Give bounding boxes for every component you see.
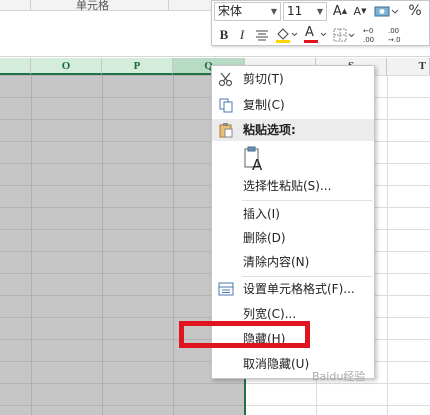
borders-button[interactable]	[331, 25, 357, 44]
grid-column-line	[387, 75, 388, 415]
copy-icon	[219, 98, 233, 113]
menu-item-label: 删除(D)	[243, 231, 286, 245]
font-name-value: 宋体	[218, 4, 243, 18]
menu-item-label: 剪切(T)	[243, 72, 284, 86]
paint-bucket-icon	[276, 28, 298, 43]
menu-item-cut[interactable]: 剪切(T)	[212, 68, 374, 90]
paste-option-button[interactable]: A	[243, 146, 265, 174]
paste-clipboard-icon: A	[244, 146, 263, 174]
grid-column-line	[173, 75, 174, 415]
menu-item-label: 取消隐藏(U)	[243, 357, 310, 371]
svg-text:A: A	[252, 156, 263, 172]
mini-toolbar-row-2: B I A ←0 .00 .00 →.0	[212, 24, 430, 46]
menu-item-delete[interactable]: 删除(D)	[212, 227, 374, 249]
menu-header-label: 粘贴选项:	[243, 123, 296, 137]
italic-button[interactable]: I	[234, 25, 250, 44]
format-cells-icon	[218, 282, 234, 296]
menu-item-copy[interactable]: 复制(C)	[212, 94, 374, 116]
ribbon-separator	[30, 0, 31, 10]
caret-down-icon: ▼	[361, 7, 367, 15]
align-center-button[interactable]	[253, 25, 271, 44]
font-size-value: 11	[287, 4, 303, 18]
scissors-icon	[218, 72, 233, 87]
borders-icon	[333, 28, 355, 42]
mini-toolbar: 宋体 ▼ 11 ▼ A▲ A▼ % B I A ←0 .00 .00 →.0	[211, 0, 430, 46]
menu-separator	[242, 276, 372, 277]
column-header-t[interactable]: T	[387, 58, 430, 75]
svg-text:←0: ←0	[363, 27, 373, 35]
annotation-highlight-box	[179, 321, 310, 348]
increase-decimal-button[interactable]: ←0 .00	[361, 25, 383, 44]
menu-item-label: 清除内容(N)	[243, 255, 310, 269]
menu-item-format-cells[interactable]: 设置单元格格式(F)...	[212, 278, 374, 300]
svg-text:→.0: →.0	[388, 36, 401, 44]
grow-font-label: A	[332, 4, 342, 19]
clipboard-icon	[219, 123, 233, 138]
shrink-font-button[interactable]: A▼	[351, 2, 369, 21]
menu-item-label: 选择性粘贴(S)...	[243, 179, 332, 193]
menu-item-paste-special[interactable]: 选择性粘贴(S)...	[212, 175, 374, 197]
menu-item-insert[interactable]: 插入(I)	[212, 203, 374, 225]
column-header-o[interactable]: O	[31, 58, 102, 75]
menu-header-paste-options: 粘贴选项:	[212, 119, 374, 141]
chevron-down-icon: ▼	[316, 7, 323, 16]
menu-item-label: 设置单元格格式(F)...	[243, 282, 355, 296]
menu-item-label: 插入(I)	[243, 207, 280, 221]
currency-format-icon	[374, 6, 399, 17]
grid-column-line	[31, 75, 32, 415]
decrease-decimal-icon: .00 →.0	[388, 27, 401, 44]
ribbon-separator	[168, 0, 169, 10]
grow-font-button[interactable]: A▲	[331, 2, 349, 21]
number-format-button[interactable]	[372, 2, 400, 21]
caret-up-icon: ▲	[341, 7, 348, 15]
column-header-p[interactable]: P	[102, 58, 173, 75]
menu-item-clear-contents[interactable]: 清除内容(N)	[212, 251, 374, 273]
selected-columns-area[interactable]	[0, 75, 245, 415]
grid-column-line	[102, 75, 103, 415]
font-color-swatch-icon	[304, 32, 327, 43]
watermark: Baidu经验	[312, 370, 366, 383]
chevron-down-icon: ▼	[270, 7, 277, 16]
svg-text:.00: .00	[388, 27, 399, 35]
menu-separator	[242, 200, 372, 201]
mini-toolbar-row-1: 宋体 ▼ 11 ▼ A▲ A▼ %	[212, 1, 430, 23]
font-color-button[interactable]: A	[302, 25, 328, 44]
align-center-icon	[256, 30, 268, 41]
svg-text:.00: .00	[363, 36, 374, 44]
font-size-select[interactable]: 11 ▼	[283, 2, 327, 21]
percent-button[interactable]: %	[404, 2, 426, 21]
column-header-n[interactable]	[0, 58, 31, 75]
increase-decimal-icon: ←0 .00	[363, 27, 374, 44]
font-name-select[interactable]: 宋体 ▼	[214, 2, 281, 21]
menu-item-label: 复制(C)	[243, 98, 285, 112]
decrease-decimal-button[interactable]: .00 →.0	[386, 25, 408, 44]
bold-button[interactable]: B	[216, 25, 232, 44]
fill-color-button[interactable]	[273, 25, 299, 44]
shrink-font-label: A	[353, 5, 362, 18]
